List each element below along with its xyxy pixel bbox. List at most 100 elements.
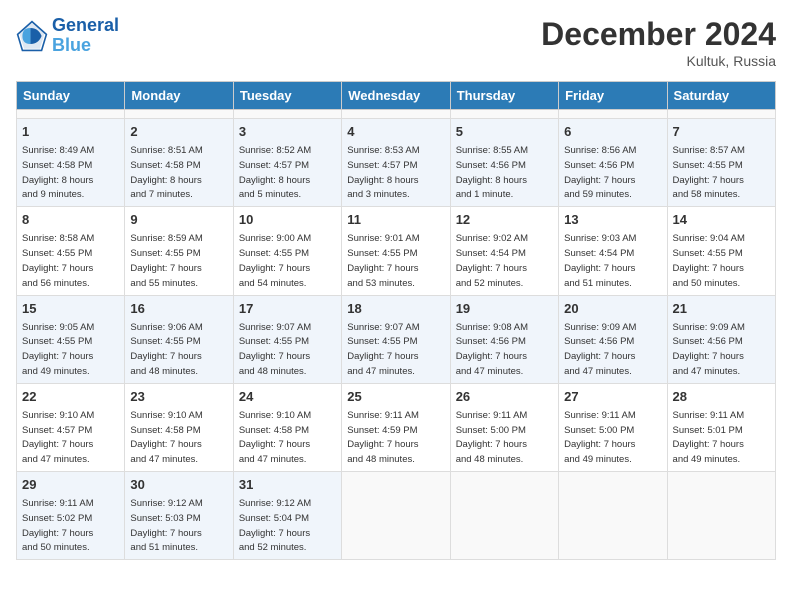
week-row-4: 22 Sunrise: 9:10 AM Sunset: 4:57 PM Dayli…: [17, 383, 776, 471]
day-info: Sunrise: 9:11 AM Sunset: 5:02 PM Dayligh…: [22, 498, 94, 553]
day-info: Sunrise: 9:06 AM Sunset: 4:55 PM Dayligh…: [130, 322, 202, 377]
day-cell: 1 Sunrise: 8:49 AM Sunset: 4:58 PM Daylig…: [17, 119, 125, 207]
day-number: 4: [347, 123, 444, 141]
week-row-0: [17, 110, 776, 119]
logo-text: General Blue: [52, 16, 119, 56]
day-info: Sunrise: 9:07 AM Sunset: 4:55 PM Dayligh…: [347, 322, 419, 377]
day-number: 27: [564, 388, 661, 406]
day-info: Sunrise: 9:01 AM Sunset: 4:55 PM Dayligh…: [347, 233, 419, 288]
day-number: 16: [130, 300, 227, 318]
location-subtitle: Kultuk, Russia: [541, 53, 776, 69]
day-info: Sunrise: 8:51 AM Sunset: 4:58 PM Dayligh…: [130, 145, 202, 200]
day-cell: 14 Sunrise: 9:04 AM Sunset: 4:55 PM Dayli…: [667, 207, 775, 295]
page-header: General Blue December 2024 Kultuk, Russi…: [16, 16, 776, 69]
day-cell: [450, 110, 558, 119]
day-number: 23: [130, 388, 227, 406]
day-cell: [667, 472, 775, 560]
day-info: Sunrise: 9:08 AM Sunset: 4:56 PM Dayligh…: [456, 322, 528, 377]
day-info: Sunrise: 8:49 AM Sunset: 4:58 PM Dayligh…: [22, 145, 94, 200]
day-info: Sunrise: 8:56 AM Sunset: 4:56 PM Dayligh…: [564, 145, 636, 200]
day-cell: [342, 110, 450, 119]
day-info: Sunrise: 9:03 AM Sunset: 4:54 PM Dayligh…: [564, 233, 636, 288]
day-cell: [17, 110, 125, 119]
day-number: 30: [130, 476, 227, 494]
col-monday: Monday: [125, 82, 233, 110]
day-info: Sunrise: 9:12 AM Sunset: 5:03 PM Dayligh…: [130, 498, 202, 553]
day-number: 1: [22, 123, 119, 141]
day-number: 19: [456, 300, 553, 318]
calendar-table: Sunday Monday Tuesday Wednesday Thursday…: [16, 81, 776, 560]
month-title: December 2024: [541, 16, 776, 53]
day-cell: 7 Sunrise: 8:57 AM Sunset: 4:55 PM Daylig…: [667, 119, 775, 207]
header-row: Sunday Monday Tuesday Wednesday Thursday…: [17, 82, 776, 110]
day-info: Sunrise: 8:53 AM Sunset: 4:57 PM Dayligh…: [347, 145, 419, 200]
col-friday: Friday: [559, 82, 667, 110]
day-cell: 2 Sunrise: 8:51 AM Sunset: 4:58 PM Daylig…: [125, 119, 233, 207]
day-info: Sunrise: 9:12 AM Sunset: 5:04 PM Dayligh…: [239, 498, 311, 553]
day-number: 18: [347, 300, 444, 318]
week-row-1: 1 Sunrise: 8:49 AM Sunset: 4:58 PM Daylig…: [17, 119, 776, 207]
day-cell: 3Sunrise: 8:52 AM Sunset: 4:57 PM Daylig…: [233, 119, 341, 207]
day-cell: 8Sunrise: 8:58 AM Sunset: 4:55 PM Daylig…: [17, 207, 125, 295]
day-cell: 25Sunrise: 9:11 AM Sunset: 4:59 PM Dayli…: [342, 383, 450, 471]
day-cell: 16 Sunrise: 9:06 AM Sunset: 4:55 PM Dayli…: [125, 295, 233, 383]
day-number: 31: [239, 476, 336, 494]
day-cell: [559, 110, 667, 119]
day-number: 14: [673, 211, 770, 229]
day-cell: [667, 110, 775, 119]
day-number: 5: [456, 123, 553, 141]
day-cell: 21 Sunrise: 9:09 AM Sunset: 4:56 PM Dayli…: [667, 295, 775, 383]
day-number: 6: [564, 123, 661, 141]
day-info: Sunrise: 9:02 AM Sunset: 4:54 PM Dayligh…: [456, 233, 528, 288]
day-number: 29: [22, 476, 119, 494]
day-info: Sunrise: 9:11 AM Sunset: 5:00 PM Dayligh…: [456, 410, 528, 465]
day-info: Sunrise: 9:07 AM Sunset: 4:55 PM Dayligh…: [239, 322, 311, 377]
day-cell: 29 Sunrise: 9:11 AM Sunset: 5:02 PM Dayli…: [17, 472, 125, 560]
day-cell: 9Sunrise: 8:59 AM Sunset: 4:55 PM Daylig…: [125, 207, 233, 295]
day-info: Sunrise: 9:11 AM Sunset: 5:01 PM Dayligh…: [673, 410, 745, 465]
logo-icon: [16, 20, 48, 52]
day-cell: 31 Sunrise: 9:12 AM Sunset: 5:04 PM Dayli…: [233, 472, 341, 560]
day-cell: 22 Sunrise: 9:10 AM Sunset: 4:57 PM Dayli…: [17, 383, 125, 471]
week-row-5: 29 Sunrise: 9:11 AM Sunset: 5:02 PM Dayli…: [17, 472, 776, 560]
col-sunday: Sunday: [17, 82, 125, 110]
day-cell: [450, 472, 558, 560]
day-info: Sunrise: 9:11 AM Sunset: 5:00 PM Dayligh…: [564, 410, 636, 465]
day-info: Sunrise: 8:59 AM Sunset: 4:55 PM Dayligh…: [130, 233, 202, 288]
day-cell: 5Sunrise: 8:55 AM Sunset: 4:56 PM Daylig…: [450, 119, 558, 207]
day-info: Sunrise: 9:05 AM Sunset: 4:55 PM Dayligh…: [22, 322, 94, 377]
day-number: 13: [564, 211, 661, 229]
day-cell: [342, 472, 450, 560]
day-number: 8: [22, 211, 119, 229]
day-info: Sunrise: 9:09 AM Sunset: 4:56 PM Dayligh…: [673, 322, 745, 377]
day-number: 17: [239, 300, 336, 318]
day-cell: 11 Sunrise: 9:01 AM Sunset: 4:55 PM Dayli…: [342, 207, 450, 295]
day-number: 24: [239, 388, 336, 406]
day-cell: 13 Sunrise: 9:03 AM Sunset: 4:54 PM Dayli…: [559, 207, 667, 295]
day-cell: 19 Sunrise: 9:08 AM Sunset: 4:56 PM Dayli…: [450, 295, 558, 383]
day-info: Sunrise: 9:09 AM Sunset: 4:56 PM Dayligh…: [564, 322, 636, 377]
day-number: 2: [130, 123, 227, 141]
day-info: Sunrise: 8:52 AM Sunset: 4:57 PM Dayligh…: [239, 145, 311, 200]
day-cell: 12Sunrise: 9:02 AM Sunset: 4:54 PM Dayli…: [450, 207, 558, 295]
day-cell: [125, 110, 233, 119]
day-cell: 15Sunrise: 9:05 AM Sunset: 4:55 PM Dayli…: [17, 295, 125, 383]
day-cell: 4 Sunrise: 8:53 AM Sunset: 4:57 PM Daylig…: [342, 119, 450, 207]
day-info: Sunrise: 8:57 AM Sunset: 4:55 PM Dayligh…: [673, 145, 745, 200]
day-cell: 28Sunrise: 9:11 AM Sunset: 5:01 PM Dayli…: [667, 383, 775, 471]
day-number: 26: [456, 388, 553, 406]
day-number: 7: [673, 123, 770, 141]
day-cell: [233, 110, 341, 119]
col-thursday: Thursday: [450, 82, 558, 110]
day-number: 22: [22, 388, 119, 406]
day-info: Sunrise: 9:04 AM Sunset: 4:55 PM Dayligh…: [673, 233, 745, 288]
day-number: 11: [347, 211, 444, 229]
col-wednesday: Wednesday: [342, 82, 450, 110]
day-info: Sunrise: 9:10 AM Sunset: 4:57 PM Dayligh…: [22, 410, 94, 465]
day-cell: 10Sunrise: 9:00 AM Sunset: 4:55 PM Dayli…: [233, 207, 341, 295]
day-cell: 30 Sunrise: 9:12 AM Sunset: 5:03 PM Dayli…: [125, 472, 233, 560]
day-number: 21: [673, 300, 770, 318]
col-tuesday: Tuesday: [233, 82, 341, 110]
day-cell: 26 Sunrise: 9:11 AM Sunset: 5:00 PM Dayli…: [450, 383, 558, 471]
day-cell: 18 Sunrise: 9:07 AM Sunset: 4:55 PM Dayli…: [342, 295, 450, 383]
